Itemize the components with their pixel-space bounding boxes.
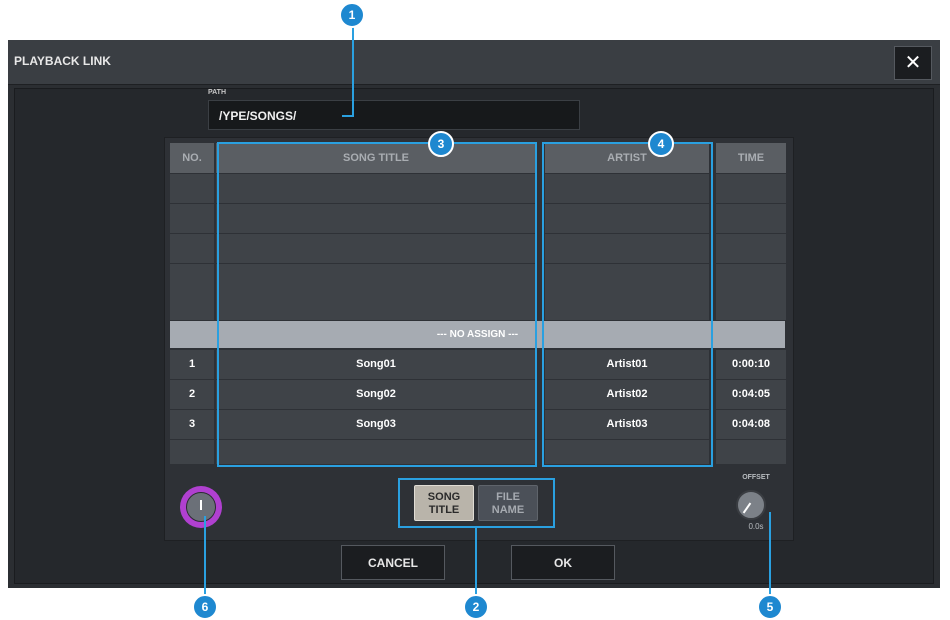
callout-1: 1 (339, 2, 365, 28)
empty-row-cell (216, 204, 536, 233)
empty-row-cell (170, 204, 214, 233)
path-field[interactable]: /YPE/SONGS/ (208, 100, 580, 130)
sort-song-title-button[interactable]: SONG TITLE (414, 485, 474, 521)
row-2-artist[interactable]: Artist02 (545, 380, 709, 409)
row-1-no[interactable]: 1 (170, 350, 214, 379)
empty-row-cell (545, 264, 709, 293)
offset-knob-icon[interactable] (736, 490, 766, 520)
callout-1-line (352, 26, 354, 116)
path-label: PATH (208, 89, 227, 96)
offset-value: 0.0s (748, 522, 764, 531)
close-icon: ✕ (904, 52, 922, 74)
row-3-title[interactable]: Song03 (216, 410, 536, 439)
empty-row-cell (716, 204, 786, 233)
empty-row-cell (216, 174, 536, 203)
empty-row-cell (716, 174, 786, 203)
column-header-no[interactable]: NO. (170, 143, 214, 173)
empty-row-cell (216, 291, 536, 320)
empty-row-cell (716, 264, 786, 293)
scroll-knob-icon[interactable] (180, 486, 222, 528)
column-header-time[interactable]: TIME (716, 143, 786, 173)
callout-6-line (204, 516, 206, 596)
callout-5-line (769, 512, 771, 596)
close-button[interactable]: ✕ (894, 46, 932, 80)
cancel-button[interactable]: CANCEL (341, 545, 445, 580)
callout-5: 5 (757, 594, 783, 620)
column-header-song-title[interactable]: SONG TITLE (216, 143, 536, 173)
sort-file-name-button[interactable]: FILE NAME (478, 485, 538, 521)
empty-row-cell (716, 234, 786, 263)
empty-row-cell (216, 264, 536, 293)
row-1-time[interactable]: 0:00:10 (716, 350, 786, 379)
empty-row-cell (716, 291, 786, 320)
row-2-no[interactable]: 2 (170, 380, 214, 409)
empty-row-cell (170, 174, 214, 203)
empty-row-cell (170, 440, 214, 464)
row-1-title[interactable]: Song01 (216, 350, 536, 379)
offset-label: OFFSET (742, 474, 770, 481)
column-header-artist[interactable]: ARTIST (545, 143, 709, 173)
empty-row-cell (170, 234, 214, 263)
row-3-no[interactable]: 3 (170, 410, 214, 439)
empty-row-cell (545, 204, 709, 233)
row-2-time[interactable]: 0:04:05 (716, 380, 786, 409)
dialog-titlebar: PLAYBACK LINK ✕ (8, 40, 940, 85)
callout-3: 3 (428, 131, 454, 157)
row-3-time[interactable]: 0:04:08 (716, 410, 786, 439)
empty-row-cell (545, 234, 709, 263)
empty-row-cell (216, 234, 536, 263)
ok-button[interactable]: OK (511, 545, 615, 580)
empty-row-cell (170, 264, 214, 293)
empty-row-cell (170, 291, 214, 320)
row-3-artist[interactable]: Artist03 (545, 410, 709, 439)
callout-1-line (342, 115, 354, 117)
empty-row-cell (545, 291, 709, 320)
empty-row-cell (716, 440, 786, 464)
empty-row-cell (545, 440, 709, 464)
callout-2-line (475, 528, 477, 596)
empty-row-cell (216, 440, 536, 464)
callout-6: 6 (192, 594, 218, 620)
empty-row-cell (545, 174, 709, 203)
row-2-title[interactable]: Song02 (216, 380, 536, 409)
row-1-artist[interactable]: Artist01 (545, 350, 709, 379)
callout-2: 2 (463, 594, 489, 620)
no-assign-row[interactable]: --- NO ASSIGN --- (170, 321, 785, 348)
callout-4: 4 (648, 131, 674, 157)
dialog-title: PLAYBACK LINK (14, 54, 111, 68)
